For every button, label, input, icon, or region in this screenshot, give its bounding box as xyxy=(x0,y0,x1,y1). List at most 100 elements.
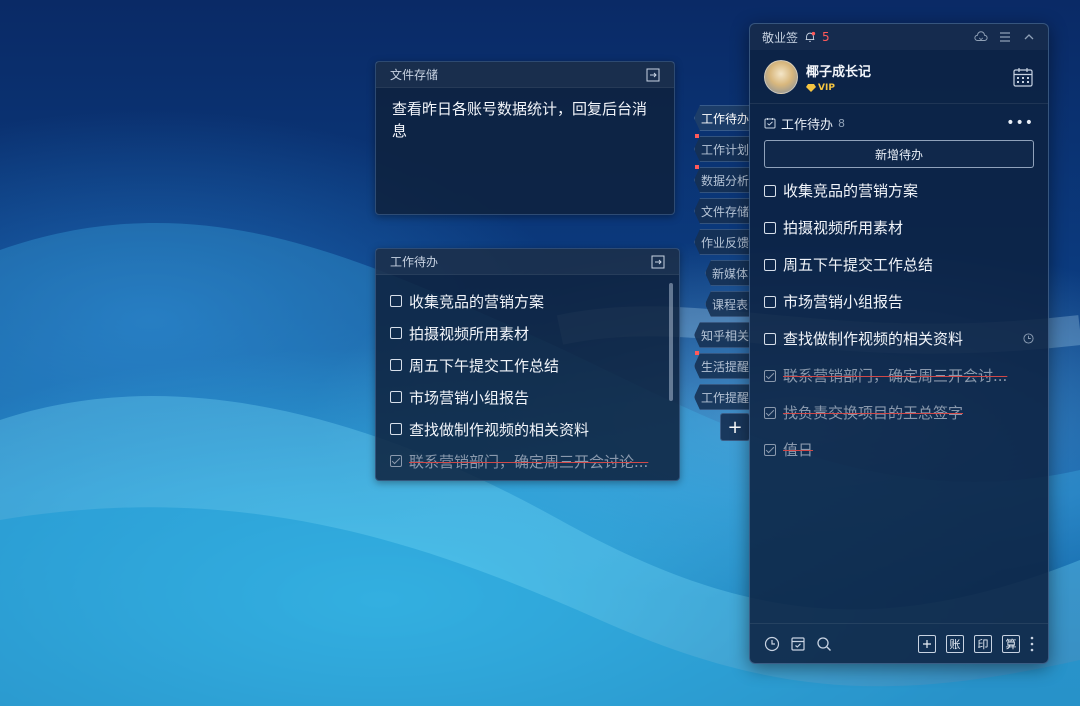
unread-dot xyxy=(695,134,699,138)
todo-item[interactable]: 拍摄视频所用素材 xyxy=(390,317,665,349)
exit-icon[interactable] xyxy=(646,68,660,82)
title-bar: 敬业签 5 xyxy=(750,24,1048,50)
chevron-up-icon[interactable] xyxy=(1022,30,1036,44)
note-card-title: 工作待办 xyxy=(390,255,439,269)
unread-dot xyxy=(695,165,699,169)
note-card-work-todo[interactable]: 工作待办 收集竞品的营销方案 拍摄视频所用素材 周五下午提交工作总结 市场营销小… xyxy=(375,248,680,481)
todo-text: 联系营销部门，确定周三开会讨... xyxy=(783,367,1008,385)
calculator-button[interactable]: 算 xyxy=(1002,634,1020,653)
tab-zhihu[interactable]: 知乎相关 xyxy=(694,322,750,348)
vip-label: VIP xyxy=(818,82,835,93)
todo-text: 联系营销部门，确定周三开会讨论... xyxy=(409,452,649,471)
checkbox-checked[interactable] xyxy=(390,455,402,467)
todo-text: 拍摄视频所用素材 xyxy=(783,219,904,237)
checkbox-checked[interactable] xyxy=(764,369,776,382)
todo-item[interactable]: 拍摄视频所用素材 xyxy=(764,209,1034,246)
add-tab-button[interactable]: + xyxy=(720,413,750,441)
section-title: 工作待办 xyxy=(781,117,834,133)
tab-label: 工作计划 xyxy=(701,142,750,157)
todo-text: 收集竞品的营销方案 xyxy=(409,292,545,311)
reminder-clock-icon[interactable] xyxy=(1023,333,1034,344)
todo-text: 查找做制作视频的相关资料 xyxy=(783,330,964,348)
todo-text: 查找做制作视频的相关资料 xyxy=(409,420,590,439)
todo-item-done[interactable]: 找负责交换项目的王总签字 xyxy=(764,394,1034,431)
checkbox[interactable] xyxy=(390,327,402,339)
todo-item-done[interactable]: 值日 xyxy=(764,431,1034,468)
user-name[interactable]: 椰子成长记 xyxy=(806,61,871,80)
note-card-file-storage[interactable]: 文件存储 查看昨日各账号数据统计，回复后台消息 xyxy=(375,61,675,215)
note-content[interactable]: 查看昨日各账号数据统计，回复后台消息 xyxy=(376,88,674,152)
section-header: 工作待办 8 ••• xyxy=(750,106,1048,140)
tab-work-todo[interactable]: 工作待办 xyxy=(694,105,750,131)
tab-label: 工作提醒 xyxy=(701,390,750,405)
checkbox[interactable] xyxy=(764,258,776,271)
more-options-icon[interactable]: ••• xyxy=(1006,115,1034,131)
calendar-icon[interactable] xyxy=(1012,66,1034,88)
todo-item[interactable]: 收集竞品的营销方案 xyxy=(390,285,665,317)
todo-item[interactable]: 收集竞品的营销方案 xyxy=(764,172,1034,209)
checkbox[interactable] xyxy=(764,295,776,308)
checkbox[interactable] xyxy=(390,359,402,371)
todo-text: 周五下午提交工作总结 xyxy=(783,256,934,274)
todo-item-done[interactable]: 联系营销部门，确定周三开会讨... xyxy=(764,357,1034,394)
cloud-sync-icon[interactable] xyxy=(974,30,988,44)
checkbox[interactable] xyxy=(764,184,776,197)
section-count: 8 xyxy=(838,116,846,130)
checkbox[interactable] xyxy=(764,221,776,234)
add-todo-button[interactable]: 新增待办 xyxy=(764,140,1034,168)
diamond-icon xyxy=(806,83,816,92)
todo-item[interactable]: 查找做制作视频的相关资料 xyxy=(390,413,665,445)
todo-item[interactable]: 市场营销小组报告 xyxy=(390,381,665,413)
todo-item[interactable]: 周五下午提交工作总结 xyxy=(764,246,1034,283)
tab-data-analysis[interactable]: 数据分析 xyxy=(694,167,750,193)
checkbox[interactable] xyxy=(764,332,776,345)
clock-icon[interactable] xyxy=(764,636,780,652)
tab-homework-feedback[interactable]: 作业反馈 xyxy=(694,229,750,255)
exit-icon[interactable] xyxy=(651,255,665,269)
menu-icon[interactable] xyxy=(998,30,1012,44)
tab-new-media[interactable]: 新媒体 xyxy=(705,260,750,286)
checkbox-checked[interactable] xyxy=(764,443,776,456)
ledger-button[interactable]: 账 xyxy=(946,634,964,653)
tab-label: 新媒体 xyxy=(712,266,749,281)
todo-item-done[interactable]: 联系营销部门，确定周三开会讨论... xyxy=(390,445,665,477)
tab-work-plan[interactable]: 工作计划 xyxy=(694,136,750,162)
search-icon[interactable] xyxy=(816,636,832,652)
main-panel: 敬业签 5 椰子成长记 VIP 工作待办 8 ••• 新增待办 收集竞品的营销方… xyxy=(749,23,1049,664)
print-button[interactable]: 印 xyxy=(974,634,992,653)
todo-text: 市场营销小组报告 xyxy=(409,388,530,407)
user-profile: 椰子成长记 VIP xyxy=(750,50,1048,104)
notification-count: 5 xyxy=(822,30,830,44)
checkbox[interactable] xyxy=(390,423,402,435)
tab-label: 数据分析 xyxy=(701,173,750,188)
tab-label: 工作待办 xyxy=(701,111,750,126)
add-note-icon[interactable] xyxy=(918,634,936,653)
vip-badge: VIP xyxy=(806,83,871,93)
todo-text: 收集竞品的营销方案 xyxy=(783,182,919,200)
app-name: 敬业签 xyxy=(762,30,799,45)
checkbox[interactable] xyxy=(390,391,402,403)
scrollbar[interactable] xyxy=(669,283,673,401)
checkbox-checked[interactable] xyxy=(764,406,776,419)
tab-label: 文件存储 xyxy=(701,204,750,219)
note-card-header: 文件存储 xyxy=(376,62,674,88)
tab-label: 课程表 xyxy=(712,297,749,312)
tab-label: 知乎相关 xyxy=(701,328,750,343)
todo-calendar-icon xyxy=(764,118,776,129)
todo-item[interactable]: 市场营销小组报告 xyxy=(764,283,1034,320)
todo-item[interactable]: 周五下午提交工作总结 xyxy=(390,349,665,381)
tab-schedule[interactable]: 课程表 xyxy=(705,291,750,317)
tab-work-reminder[interactable]: 工作提醒 xyxy=(694,384,750,410)
tab-life-reminder[interactable]: 生活提醒 xyxy=(694,353,750,379)
note-card-header: 工作待办 xyxy=(376,249,679,275)
vertical-dots-icon[interactable] xyxy=(1030,636,1034,652)
todo-item[interactable]: 查找做制作视频的相关资料 xyxy=(764,320,1034,357)
checkbox[interactable] xyxy=(390,295,402,307)
bell-icon[interactable] xyxy=(804,31,816,43)
todo-text: 拍摄视频所用素材 xyxy=(409,324,530,343)
tab-file-storage[interactable]: 文件存储 xyxy=(694,198,750,224)
todo-text: 市场营销小组报告 xyxy=(783,293,904,311)
todo-list: 收集竞品的营销方案 拍摄视频所用素材 周五下午提交工作总结 市场营销小组报告 查… xyxy=(750,168,1048,468)
avatar[interactable] xyxy=(764,59,798,94)
todo-box-icon[interactable] xyxy=(790,636,806,652)
